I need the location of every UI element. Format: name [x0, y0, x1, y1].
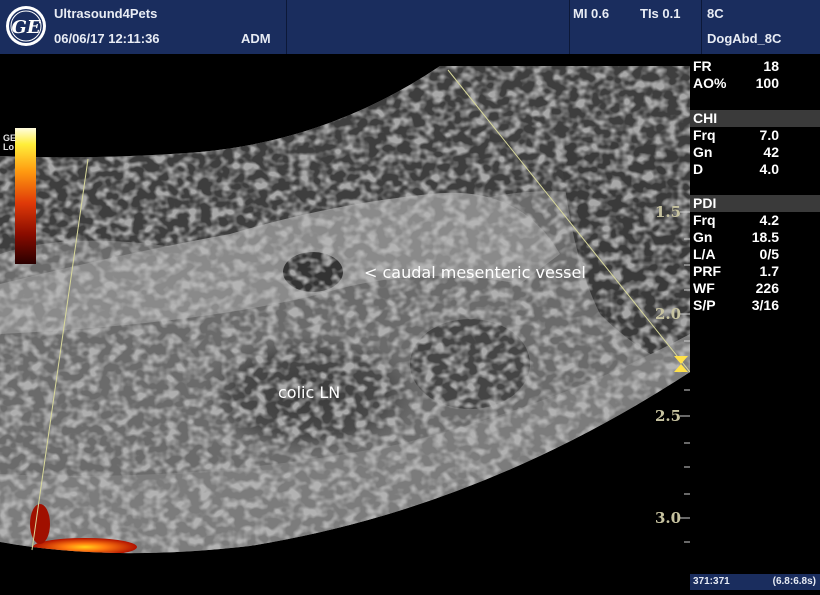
header-bar: GE Ultrasound4Pets 06/06/17 12:11:36 ADM…	[0, 0, 820, 54]
param-pdi-gn: Gn 18.5	[693, 229, 779, 246]
param-value: 7.0	[759, 127, 779, 143]
param-key: FR	[693, 58, 712, 74]
vessel-annotation: < caudal mesenteric vessel	[364, 263, 586, 282]
header-empty-cell	[286, 0, 570, 54]
param-key: PRF	[693, 263, 721, 279]
depth-label-4: 3.0	[655, 509, 682, 527]
param-value: 0/5	[759, 246, 779, 262]
param-value: 18.5	[751, 229, 779, 245]
cine-frame-counter: 371:371	[693, 576, 730, 587]
param-pdi-frq: Frq 4.2	[693, 212, 779, 229]
param-pdi-la: L/A 0/5	[693, 246, 779, 263]
depth-label-2: 2.0	[655, 305, 682, 323]
param-value: 4.2	[759, 212, 779, 228]
param-fr: FR 18	[693, 58, 779, 75]
probe-name: 8C	[707, 6, 724, 21]
param-pdi-wf: WF 226	[693, 280, 779, 297]
brand-title: Ultrasound4Pets	[54, 6, 158, 21]
param-value: 1.7	[759, 263, 779, 279]
color-map-label: GE Lo	[3, 134, 16, 152]
depth-label-3: 2.5	[655, 407, 682, 425]
pdi-section-header: PDI	[690, 195, 820, 212]
parameter-panel: FR 18 AO% 100 CHI Frq 7.0 Gn 42 D 4.0 PD…	[690, 54, 820, 574]
param-value: 42	[763, 144, 779, 160]
param-value: 18	[763, 58, 779, 74]
cine-time: (6.8:6.8s)	[772, 576, 816, 587]
param-key: Gn	[693, 229, 713, 245]
param-chi-d: D 4.0	[693, 161, 779, 178]
param-key: Frq	[693, 212, 716, 228]
chi-title: CHI	[693, 110, 718, 126]
param-value: 100	[755, 75, 779, 91]
param-chi-gn: Gn 42	[693, 144, 779, 161]
operator-id: ADM	[241, 31, 271, 46]
color-map-label-text: GE Lo	[3, 133, 17, 152]
pdi-title: PDI	[693, 195, 717, 211]
param-value: 4.0	[759, 161, 779, 177]
param-pdi-sp: S/P 3/16	[693, 297, 779, 314]
param-key: D	[693, 161, 704, 177]
depth-label-1: 1.5	[655, 203, 682, 221]
param-key: AO%	[693, 75, 727, 91]
sector-scan	[0, 66, 691, 554]
param-value: 226	[755, 280, 779, 296]
param-key: S/P	[693, 297, 716, 313]
param-key: Gn	[693, 144, 713, 160]
thermal-index: TIs 0.1	[640, 6, 681, 21]
cine-status-bar: 371:371 (6.8:6.8s)	[690, 574, 820, 590]
param-chi-frq: Frq 7.0	[693, 127, 779, 144]
color-map-bar	[15, 128, 36, 264]
param-key: WF	[693, 280, 715, 296]
mechanical-index: MI 0.6	[573, 6, 610, 21]
param-ao: AO% 100	[693, 75, 779, 92]
chi-section-header: CHI	[690, 110, 820, 127]
ultrasound-image: 1.5 2.0 2.5 3.0 < caudal mesenteric vess…	[0, 54, 691, 590]
exam-datetime: 06/06/17 12:11:36	[54, 31, 160, 46]
param-key: Frq	[693, 127, 716, 143]
param-key: L/A	[693, 246, 716, 262]
param-pdi-prf: PRF 1.7	[693, 263, 779, 280]
lymph-node-annotation: colic LN	[278, 383, 341, 402]
param-value: 3/16	[751, 297, 779, 313]
exam-preset: DogAbd_8C	[707, 31, 782, 46]
